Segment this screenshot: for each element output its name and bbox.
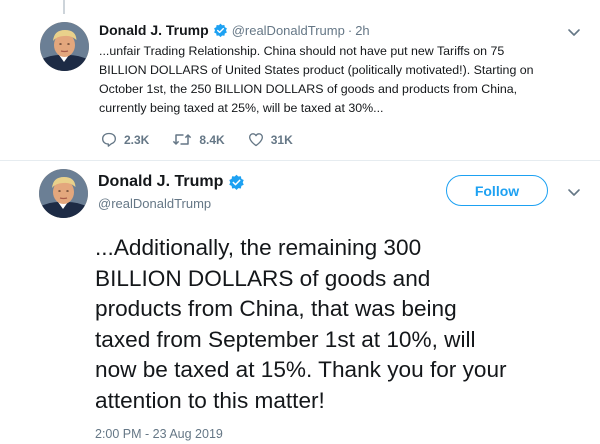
tweet-text-line: ...Additionally, the remaining 300 [95,235,422,260]
tweet-timestamp[interactable]: 2:00 PM - 23 Aug 2019 [95,427,223,441]
tweet-text-line: currently being taxed at 25%, will be ta… [99,101,384,115]
tweet-header: Donald J. Trump @realDonaldTrump · 2h [99,22,370,38]
author-handle[interactable]: @realDonaldTrump [98,196,211,211]
tweet-text-line: now be taxed at 15%. Thank you for your [95,357,507,382]
chevron-down-icon[interactable] [567,186,581,198]
verified-badge-icon [213,23,228,38]
reply-count: 2.3K [124,132,150,147]
follow-button[interactable]: Follow [446,175,548,206]
tweet-text-line: October 1st, the 250 BILLION DOLLARS of … [99,82,518,96]
tweet-text-line: products from China, that was being [95,296,457,321]
retweet-icon [173,134,192,145]
avatar[interactable] [39,169,88,218]
separator-dot: · [347,22,353,38]
tweet-actions: 2.3K 8.4K 31K [101,132,316,147]
tweet-time[interactable]: 2h [355,23,369,38]
reply-button[interactable]: 2.3K [101,132,149,147]
tweet-text-line: ...unfair Trading Relationship. China sh… [99,44,505,58]
chevron-down-icon[interactable] [567,26,581,38]
like-count: 31K [270,132,293,147]
reply-icon [102,132,116,147]
retweet-button[interactable]: 8.4K [172,132,225,147]
heart-icon [248,133,263,147]
tweet-text-line: BILLION DOLLARS of United States product… [99,63,534,77]
avatar[interactable] [40,22,89,71]
tweet-text: ...Additionally, the remaining 300 BILLI… [95,233,585,416]
tweet-thread: Donald J. Trump @realDonaldTrump · 2h ..… [0,0,600,444]
tweet-text: ...unfair Trading Relationship. China sh… [99,42,569,118]
tweet-text-line: taxed from September 1st at 10%, will [95,326,476,352]
divider [0,160,600,161]
like-button[interactable]: 31K [248,132,293,147]
thread-connector-line [63,0,65,14]
author-name[interactable]: Donald J. Trump [98,173,223,191]
retweet-count: 8.4K [199,132,225,147]
verified-badge-icon [228,174,245,191]
author-name[interactable]: Donald J. Trump [99,22,209,38]
author-name-row: Donald J. Trump [98,173,249,191]
tweet-text-line: BILLION DOLLARS of goods and [95,265,431,291]
author-handle[interactable]: @realDonaldTrump [232,23,345,38]
tweet-text-line: attention to this matter! [95,387,325,413]
